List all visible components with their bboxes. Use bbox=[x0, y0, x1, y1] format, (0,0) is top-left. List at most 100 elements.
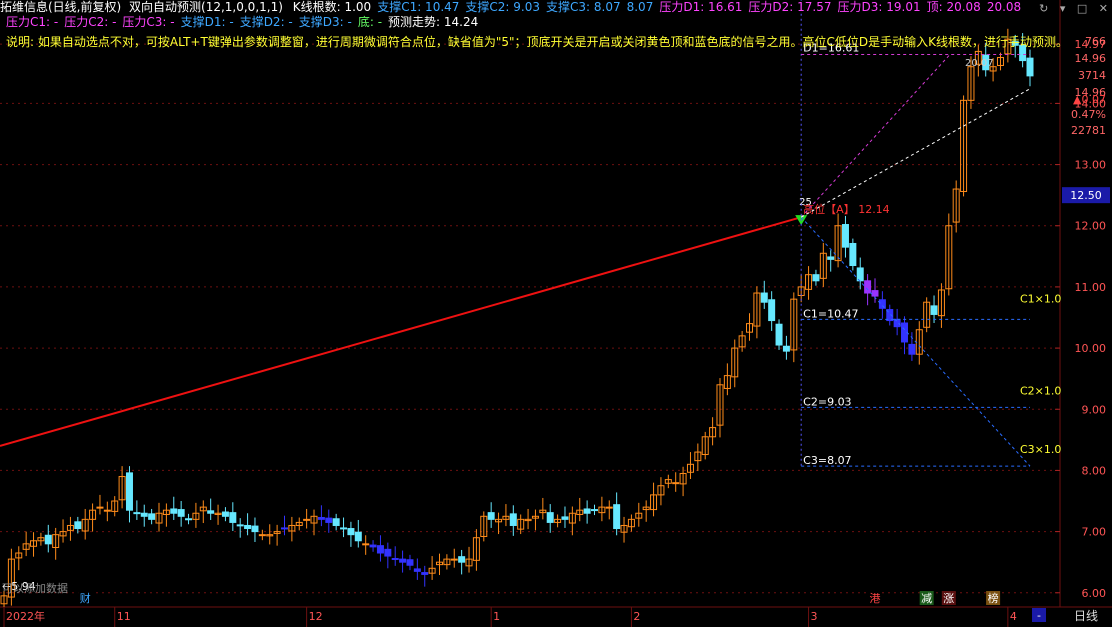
refresh-icon[interactable]: ↻ bbox=[1039, 2, 1048, 15]
period-label: 日线 bbox=[1074, 609, 1098, 623]
event-tag: 涨 bbox=[943, 592, 954, 605]
indicator-item: 底: - bbox=[357, 15, 383, 29]
candle-body bbox=[325, 517, 333, 523]
candle-body bbox=[930, 305, 938, 315]
y-tick-label: 13.00 bbox=[1075, 159, 1107, 172]
candle-body bbox=[347, 528, 355, 536]
stock-title[interactable]: 拓维信息(日线,前复权) bbox=[0, 0, 121, 14]
indicator-item: 顶: 20.08 bbox=[926, 0, 981, 14]
candle-body bbox=[384, 548, 392, 557]
right-info-value: 766 bbox=[1085, 35, 1106, 48]
bottom-hint-text: 可以添加数据 bbox=[2, 581, 68, 595]
event-tag: 榜 bbox=[988, 591, 999, 605]
candle-body bbox=[775, 323, 783, 346]
candle-body bbox=[354, 531, 362, 542]
indicator-item: 支撑D2: - bbox=[239, 15, 293, 29]
candle-body bbox=[421, 572, 429, 575]
x-tick-label: 1 bbox=[493, 610, 500, 623]
window-controls: ↻ ▾ □ ✕ bbox=[1031, 2, 1108, 15]
candle-body bbox=[871, 290, 879, 297]
pressure-projection-line bbox=[800, 54, 951, 218]
y-tick-label: 12.00 bbox=[1075, 220, 1107, 233]
support-label: C2=9.03 bbox=[803, 395, 851, 408]
y-tick-label: 11.00 bbox=[1075, 281, 1107, 294]
support-multiplier-label: C3×1.0 bbox=[1020, 443, 1061, 456]
indicator-values-line1: K线根数: 1.00 支撑C1: 10.47 支撑C2: 9.03 支撑C3: 8.0… bbox=[287, 0, 1021, 14]
candle-body bbox=[362, 543, 370, 546]
candle-body bbox=[878, 299, 886, 309]
x-tick-label: 2 bbox=[633, 610, 640, 623]
right-info-value: 22781 bbox=[1071, 124, 1106, 137]
candle-body bbox=[221, 511, 229, 517]
candle-body bbox=[251, 525, 259, 533]
candle-body bbox=[509, 513, 517, 526]
right-info-value: 0.47% bbox=[1071, 108, 1106, 121]
candle-body bbox=[561, 516, 569, 520]
event-tag: 减 bbox=[921, 592, 932, 605]
event-tag: 财 bbox=[80, 591, 91, 605]
indicator-item: 压力C1: - bbox=[6, 15, 59, 29]
candle-body bbox=[170, 508, 178, 514]
candle-body bbox=[827, 256, 835, 260]
trend-line bbox=[0, 216, 802, 447]
candle-body bbox=[303, 518, 311, 521]
candle-body bbox=[591, 509, 599, 512]
support-multiplier-label: C2×1.0 bbox=[1020, 384, 1061, 397]
candle-body bbox=[613, 504, 621, 530]
candle-body bbox=[103, 509, 111, 512]
candle-body bbox=[207, 510, 215, 514]
candle-body bbox=[44, 534, 52, 545]
close-icon[interactable]: ✕ bbox=[1099, 2, 1108, 15]
indicator-item: 8.07 bbox=[626, 0, 654, 14]
candle-body bbox=[450, 558, 458, 561]
menu-icon[interactable]: ▾ bbox=[1060, 2, 1066, 15]
candle-body bbox=[782, 345, 790, 352]
candle-body bbox=[280, 527, 288, 530]
x-tick-label: 3 bbox=[811, 610, 818, 623]
current-price-label: 12.50 bbox=[1070, 189, 1102, 202]
indicator-name[interactable]: 双向自动预测(12,1,0,0,1,1) bbox=[129, 0, 283, 14]
right-info-value: 14.96 bbox=[1075, 52, 1107, 65]
y-tick-label: 6.00 bbox=[1082, 587, 1107, 600]
candle-body bbox=[487, 512, 495, 520]
candle-body bbox=[125, 472, 133, 511]
indicator-item: 压力C2: - bbox=[64, 15, 117, 29]
x-tick-label: 11 bbox=[117, 610, 131, 623]
candle-body bbox=[908, 343, 916, 355]
y-tick-label: 7.00 bbox=[1082, 526, 1107, 539]
apex-label: 高位【A】 12.14 bbox=[803, 202, 890, 216]
indicator-item: 支撑D1: - bbox=[180, 15, 234, 29]
candle-body bbox=[236, 524, 244, 527]
candle-body bbox=[672, 482, 680, 485]
right-info-value: 3714 bbox=[1078, 69, 1106, 82]
indicator-item: 支撑C3: 8.07 bbox=[546, 0, 621, 14]
candle-body bbox=[140, 512, 148, 517]
candle-body bbox=[1026, 57, 1034, 77]
y-tick-label: 9.00 bbox=[1082, 403, 1107, 416]
candlestick-chart[interactable]: 14.9714.0013.0012.0011.0010.009.008.007.… bbox=[0, 0, 1112, 627]
candle-body bbox=[340, 527, 348, 530]
candle-body bbox=[376, 545, 384, 554]
candle-body bbox=[760, 292, 768, 303]
candle-body bbox=[185, 518, 193, 521]
indicator-item: 20.08 bbox=[986, 0, 1022, 14]
indicator-item: 预测走势: 14.24 bbox=[388, 15, 479, 29]
x-tick-label: 2022年 bbox=[6, 609, 45, 623]
candle-body bbox=[849, 242, 857, 267]
header-line-2: 压力C1: - 压力C2: - 压力C3: - 支撑D1: - 支撑D2: - 支撑D3:… bbox=[0, 15, 478, 30]
indicator-item: 支撑D3: - bbox=[298, 15, 352, 29]
candle-body bbox=[317, 517, 325, 520]
candle-body bbox=[893, 318, 901, 328]
y-tick-label: 10.00 bbox=[1075, 342, 1107, 355]
indicator-item: 压力D2: 17.57 bbox=[748, 0, 832, 14]
indicator-item: K线根数: 1.00 bbox=[292, 0, 372, 14]
candle-body bbox=[583, 508, 591, 514]
header-line-1: 拓维信息(日线,前复权) 双向自动预测(12,1,0,0,1,1) K线根数: … bbox=[0, 0, 1021, 15]
candle-body bbox=[391, 558, 399, 561]
indicator-item: 压力D1: 16.61 bbox=[659, 0, 743, 14]
candle-body bbox=[812, 274, 820, 282]
x-tick-label: 4 bbox=[1010, 610, 1017, 623]
support-label: C1=10.47 bbox=[803, 307, 858, 320]
lock-icon[interactable]: □ bbox=[1077, 2, 1087, 15]
candle-body bbox=[229, 512, 237, 523]
